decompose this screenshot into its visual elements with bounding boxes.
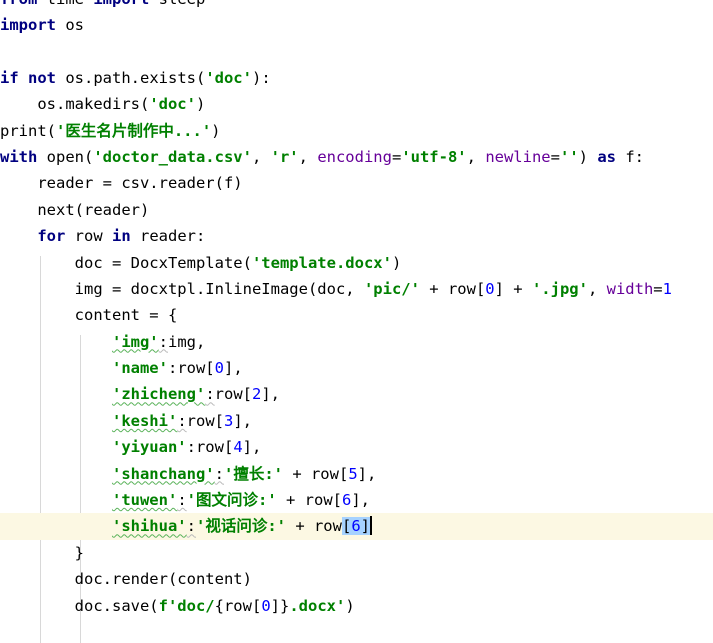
code-line[interactable]: 'name':row[0], [0,355,713,381]
token-keyword: if not [0,68,56,87]
code-line[interactable]: 'img':img, [0,329,713,355]
code-line[interactable]: 'zhicheng':row[2], [0,381,713,407]
token-string: 'doc' [205,68,252,87]
token-string: '医生名片制作中...' [56,121,212,140]
token-string: '擅长:' [223,464,283,483]
token-keyword: with [0,147,38,166]
token-string: '图文问诊:' [186,491,277,510]
token-string: f'doc/ [158,596,215,615]
text-caret [370,516,373,536]
token-string: '.jpg' [531,279,588,298]
token-string: 'img' [111,332,159,351]
token-number: 0 [261,596,271,615]
code-line[interactable]: img = docxtpl.InlineImage(doc, 'pic/' + … [0,276,713,302]
code-line[interactable]: reader = csv.reader(f) [0,170,713,196]
code-lines-container[interactable]: from time import sleep import os if not … [0,0,713,619]
token-number: 0 [485,279,495,298]
token-keyword: from [0,0,37,8]
token-number: 4 [233,438,243,457]
token-string: 'utf-8' [401,147,467,166]
token-string: 'doc' [149,95,196,114]
token-string: 'pic/' [363,279,420,298]
token-string: 'yiyuan' [111,438,187,457]
token-string: 'zhicheng' [111,385,206,404]
token-number: 0 [214,359,224,378]
token-kwarg: encoding [317,147,392,166]
code-line[interactable]: os.makedirs('doc') [0,91,713,117]
token-string: '视话问诊:' [195,517,286,536]
token-string: 'keshi' [111,411,178,430]
code-line[interactable]: from time import sleep [0,0,713,12]
code-line-blank[interactable] [0,38,713,64]
token-string: 'tuwen' [111,491,178,510]
token-number: 2 [251,385,262,404]
code-line[interactable]: import os [0,12,713,38]
token-string: '' [559,147,579,166]
code-line[interactable]: print('医生名片制作中...') [0,118,713,144]
code-editor[interactable]: from time import sleep import os if not … [0,0,713,643]
code-line[interactable]: for row in reader: [0,223,713,249]
token-kwarg: newline [485,147,551,166]
code-line[interactable]: 'tuwen':'图文问诊:' + row[6], [0,487,713,513]
token-string: 'shanchang' [111,464,215,483]
token-keyword: import [0,16,56,34]
token-keyword: for [37,227,66,246]
token-number: 6 [341,491,352,510]
token-keyword: as [597,147,616,166]
code-line[interactable]: 'yiyuan':row[4], [0,434,713,460]
text-selection[interactable]: [6] [341,517,371,536]
token-string: 'template.docx' [251,253,392,272]
token-string: 'name' [111,359,168,378]
code-line[interactable]: next(reader) [0,197,713,223]
token-kwarg: width [606,279,654,298]
code-line-active[interactable]: 'shihua':'视话问诊:' + row[6] [0,513,713,541]
token-number: 1 [662,279,672,298]
code-line[interactable]: if not os.path.exists('doc'): [0,65,713,91]
token-keyword: in [112,227,131,246]
code-line[interactable]: content = { [0,302,713,328]
code-line[interactable]: } [0,540,713,566]
code-line[interactable]: 'keshi':row[3], [0,408,713,434]
token-string: 'shihua' [111,517,187,536]
token-string: .docx' [289,596,346,615]
token-string: 'r' [270,147,299,166]
code-line[interactable]: 'shanchang':'擅长:' + row[5], [0,461,713,487]
token-keyword: import [93,0,149,8]
token-number: 3 [223,411,234,430]
code-line[interactable]: with open('doctor_data.csv', 'r', encodi… [0,144,713,170]
token-string: 'doctor_data.csv' [93,147,252,166]
code-line[interactable]: doc.save(f'doc/{row[0]}.docx') [0,593,713,619]
code-line[interactable]: doc.render(content) [0,566,713,592]
code-line[interactable]: doc = DocxTemplate('template.docx') [0,250,713,276]
token-number: 5 [348,464,358,483]
token-number: 6 [351,517,361,536]
